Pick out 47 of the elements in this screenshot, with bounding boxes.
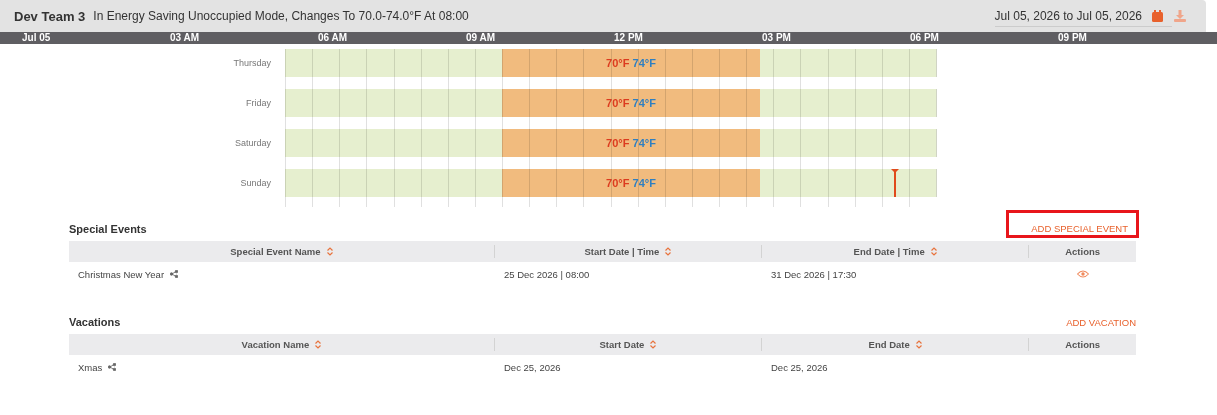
time-label: 09 AM xyxy=(466,32,497,44)
add-link[interactable]: ADD VACATION xyxy=(1066,317,1136,328)
time-label: 03 PM xyxy=(762,32,792,44)
time-label: 06 AM xyxy=(318,32,349,44)
sortable-column-header[interactable]: Vacation Name xyxy=(241,339,310,350)
sort-icon[interactable] xyxy=(315,340,322,349)
sort-icon[interactable] xyxy=(665,247,672,256)
time-label: 06 PM xyxy=(910,32,940,44)
sortable-column-header[interactable]: End Date | Time xyxy=(853,246,925,257)
section-title: Vacations xyxy=(69,316,121,328)
setpoint-label: 70°F 74°F xyxy=(606,177,656,189)
sort-icon[interactable] xyxy=(650,340,657,349)
sortable-column-header[interactable]: Special Event Name xyxy=(230,246,321,257)
table-cell: Xmas xyxy=(78,361,103,373)
time-label: 03 AM xyxy=(170,32,201,44)
calendar-icon[interactable] xyxy=(1152,10,1163,22)
sort-icon[interactable] xyxy=(915,340,922,349)
day-label: Saturday xyxy=(233,138,272,148)
day-label: Friday xyxy=(245,98,272,108)
column-header: Actions xyxy=(1065,339,1101,350)
sortable-column-header[interactable]: End Date xyxy=(868,339,910,350)
device-title: Dev Team 3 xyxy=(14,8,86,24)
share-icon[interactable] xyxy=(170,270,179,278)
download-icon[interactable] xyxy=(1174,10,1186,22)
day-label: Thursday xyxy=(232,58,272,68)
table-cell: 31 Dec 2026 | 17:30 xyxy=(771,268,857,280)
sortable-column-header[interactable]: Start Date xyxy=(599,339,645,350)
share-icon[interactable] xyxy=(108,363,117,371)
time-label: Jul 05 xyxy=(22,32,52,44)
sort-icon[interactable] xyxy=(930,247,937,256)
table-cell: Dec 25, 2026 xyxy=(504,361,561,373)
column-header: Actions xyxy=(1065,246,1101,257)
setpoint-label: 70°F 74°F xyxy=(606,57,656,69)
sort-icon[interactable] xyxy=(326,247,333,256)
setpoint-label: 70°F 74°F xyxy=(606,137,656,149)
day-label: Sunday xyxy=(239,178,272,188)
time-label: 09 PM xyxy=(1058,32,1088,44)
table-cell: 25 Dec 2026 | 08:00 xyxy=(504,268,590,280)
setpoint-label: 70°F 74°F xyxy=(606,97,656,109)
table-cell: Dec 25, 2026 xyxy=(771,361,828,373)
highlighted-add-link[interactable]: ADD SPECIAL EVENT xyxy=(1009,213,1136,235)
section-title: Special Events xyxy=(69,223,147,235)
sortable-column-header[interactable]: Start Date | Time xyxy=(584,246,660,257)
table-cell: Christmas New Year xyxy=(78,268,165,280)
view-icon[interactable] xyxy=(1076,270,1089,278)
time-label: 12 PM xyxy=(614,32,644,44)
mode-status: In Energy Saving Unoccupied Mode, Changes To 70.0-74.0°F At 08:00 xyxy=(93,9,469,23)
